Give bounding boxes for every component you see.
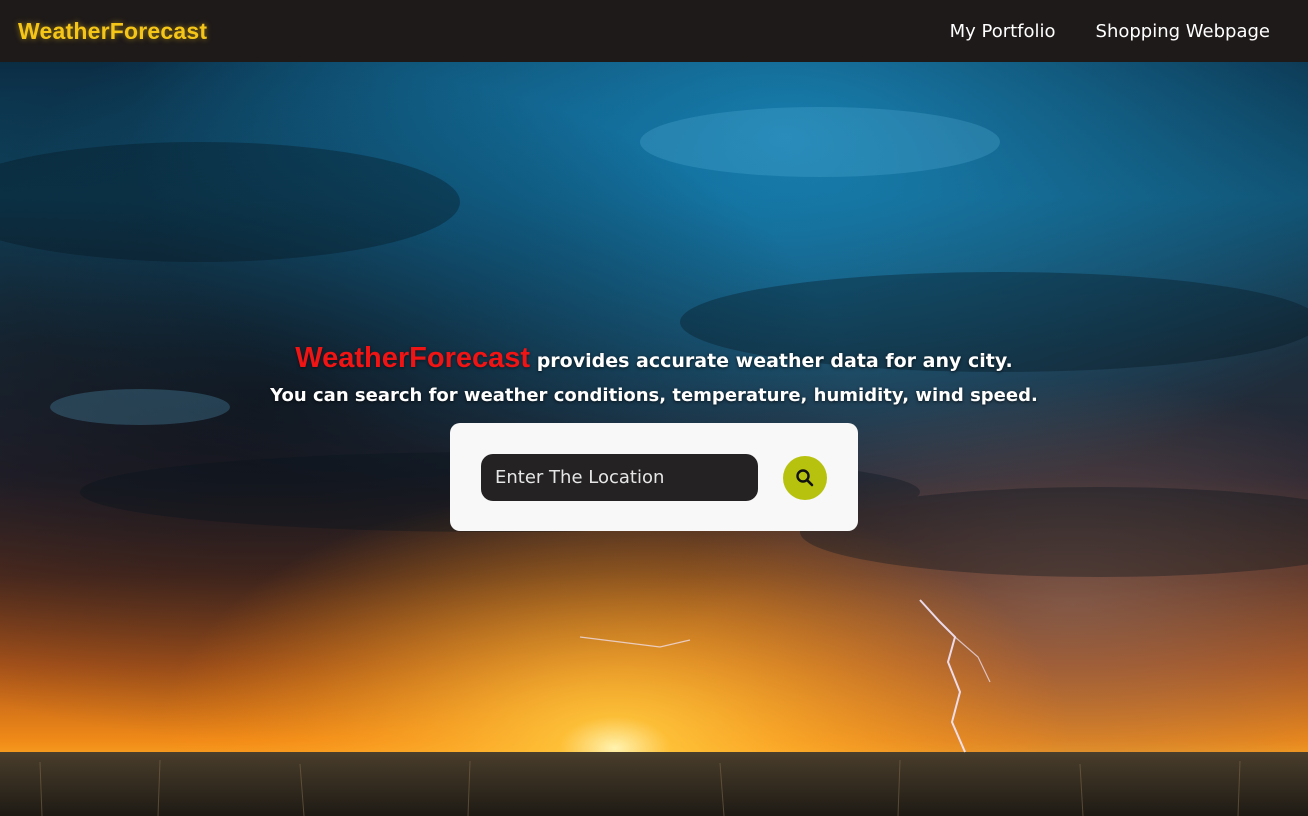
tagline-text: provides accurate weather data for any c… [536,350,1013,372]
tagline-subtitle: You can search for weather conditions, t… [270,385,1038,406]
nav-links: My Portfolio Shopping Webpage [950,21,1270,42]
search-icon [796,469,814,487]
location-search-input[interactable] [481,454,758,501]
brand-logo[interactable]: WeatherForecast [18,18,207,45]
tagline-brand: WeatherForecast [295,342,531,374]
hero-section: WeatherForecast provides accurate weathe… [0,62,1308,816]
nav-link-portfolio[interactable]: My Portfolio [950,21,1056,42]
tagline-line1: WeatherForecast provides accurate weathe… [0,340,1308,379]
search-button[interactable] [783,456,827,500]
hero-tagline: WeatherForecast provides accurate weathe… [0,340,1308,411]
navbar: WeatherForecast My Portfolio Shopping We… [0,0,1308,62]
search-card [450,423,858,531]
nav-link-shopping[interactable]: Shopping Webpage [1096,21,1270,42]
